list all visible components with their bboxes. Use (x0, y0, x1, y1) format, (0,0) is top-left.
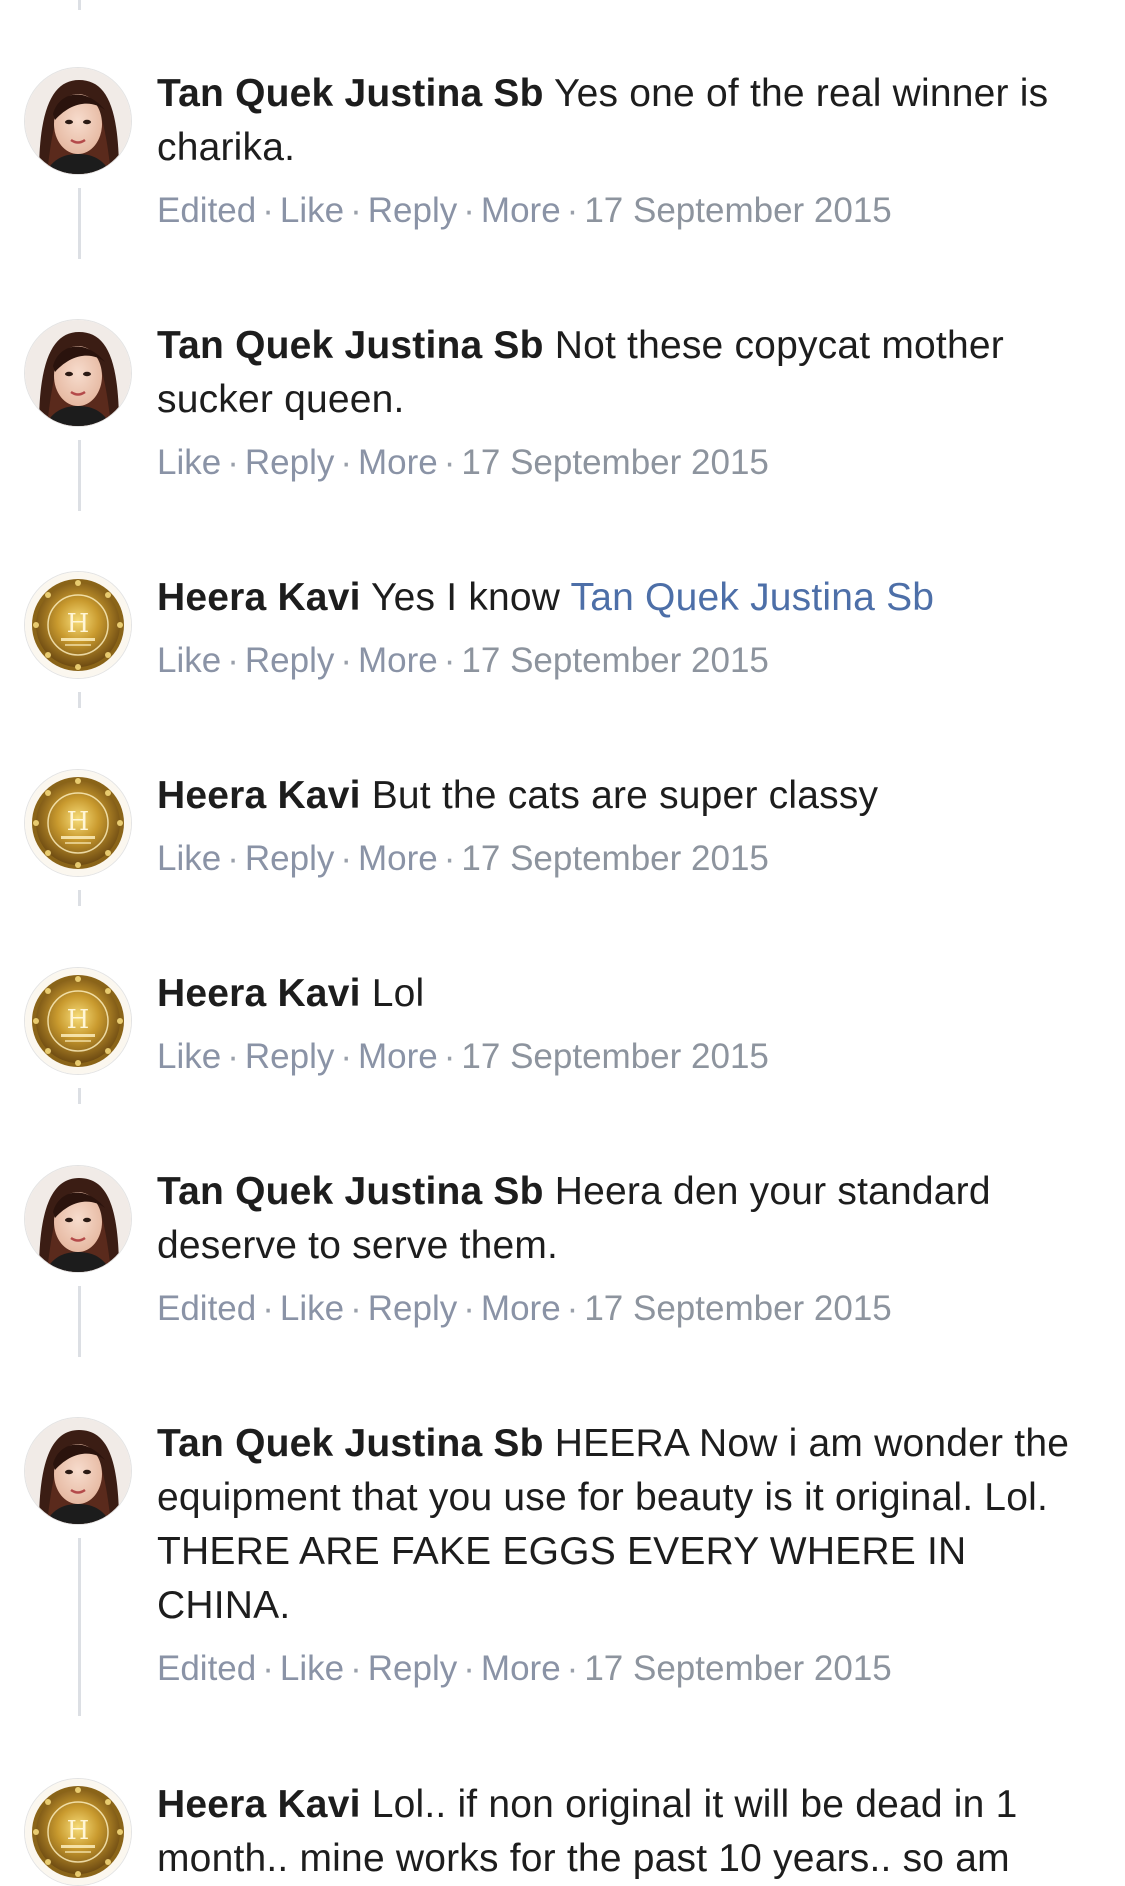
thread-connector-line (78, 1538, 81, 1716)
comment-timestamp[interactable]: 17 September 2015 (461, 641, 768, 680)
comment-timestamp[interactable]: 17 September 2015 (461, 443, 768, 482)
thread-connector-line (78, 188, 81, 259)
comment-body: Heera Kavi Lol.. if non original it will… (157, 1778, 1102, 1886)
thread-connector-line (78, 1088, 81, 1104)
more-link[interactable]: More (481, 1289, 561, 1328)
comment-text: Lol (371, 972, 425, 1015)
comment-actions: Edited · Like · Reply · More · 17 September 2015 (157, 1649, 892, 1688)
like-link[interactable]: Like (280, 1649, 344, 1688)
like-link[interactable]: Like (280, 1289, 344, 1328)
comment-timestamp[interactable]: 17 September 2015 (584, 1289, 891, 1328)
reply-link[interactable]: Reply (368, 1649, 457, 1688)
comment-body: Tan Quek Justina Sb HEERA Now i am wonde… (157, 1417, 1102, 1633)
avatar[interactable] (25, 968, 131, 1074)
comment-actions: Edited · Like · Reply · More · 17 September 2015 (157, 1289, 892, 1328)
comment-author[interactable]: Tan Quek Justina Sb (157, 1170, 544, 1213)
comment-author[interactable]: Heera Kavi (157, 576, 361, 619)
heeras-gold-logo-avatar-icon (25, 968, 131, 1074)
comment-body: Tan Quek Justina Sb Yes one of the real … (157, 67, 1102, 175)
like-link[interactable]: Like (157, 641, 221, 680)
more-link[interactable]: More (481, 191, 561, 230)
thread-connector-line (78, 0, 81, 10)
reply-link[interactable]: Reply (368, 1289, 457, 1328)
reply-link[interactable]: Reply (245, 839, 334, 878)
thread-connector-line (78, 692, 81, 708)
like-link[interactable]: Like (280, 191, 344, 230)
thread-connector-line (78, 1286, 81, 1357)
avatar[interactable] (25, 572, 131, 678)
woman-portrait-avatar-icon (25, 320, 131, 426)
thread-connector-line (78, 440, 81, 511)
comment-author[interactable]: Tan Quek Justina Sb (157, 324, 544, 367)
like-link[interactable]: Like (157, 1037, 221, 1076)
comment-actions: Like · Reply · More · 17 September 2015 (157, 443, 769, 482)
more-link[interactable]: More (358, 443, 438, 482)
comment-body: Heera Kavi Yes I know Tan Quek Justina S… (157, 571, 1102, 625)
avatar[interactable] (25, 320, 131, 426)
heeras-gold-logo-avatar-icon (25, 770, 131, 876)
reply-link[interactable]: Reply (245, 641, 334, 680)
comment-actions: Like · Reply · More · 17 September 2015 (157, 1037, 769, 1076)
thread-connector-line (78, 890, 81, 906)
like-link[interactable]: Like (157, 443, 221, 482)
woman-portrait-avatar-icon (25, 1166, 131, 1272)
comment-body: Tan Quek Justina Sb Not these copycat mo… (157, 319, 1102, 427)
edited-link[interactable]: Edited (157, 1289, 256, 1328)
reply-link[interactable]: Reply (245, 1037, 334, 1076)
comment-author[interactable]: Tan Quek Justina Sb (157, 1422, 544, 1465)
comment-text: But the cats are super classy (371, 774, 879, 817)
comment-author[interactable]: Heera Kavi (157, 1783, 361, 1826)
woman-portrait-avatar-icon (25, 68, 131, 174)
edited-link[interactable]: Edited (157, 1649, 256, 1688)
comment-timestamp[interactable]: 17 September 2015 (584, 191, 891, 230)
comment-timestamp[interactable]: 17 September 2015 (584, 1649, 891, 1688)
like-link[interactable]: Like (157, 839, 221, 878)
mention-link[interactable]: Tan Quek Justina Sb (571, 576, 935, 619)
comment-actions: Like · Reply · More · 17 September 2015 (157, 641, 769, 680)
more-link[interactable]: More (358, 839, 438, 878)
edited-link[interactable]: Edited (157, 191, 256, 230)
more-link[interactable]: More (358, 1037, 438, 1076)
reply-link[interactable]: Reply (368, 191, 457, 230)
comment-body: Heera Kavi But the cats are super classy (157, 769, 1102, 823)
comment-timestamp[interactable]: 17 September 2015 (461, 1037, 768, 1076)
comment-text: Yes I know (370, 576, 561, 619)
reply-link[interactable]: Reply (245, 443, 334, 482)
comment-author[interactable]: Tan Quek Justina Sb (157, 72, 544, 115)
comment-actions: Like · Reply · More · 17 September 2015 (157, 839, 769, 878)
avatar[interactable] (25, 1166, 131, 1272)
avatar[interactable] (25, 770, 131, 876)
comment-author[interactable]: Heera Kavi (157, 972, 361, 1015)
comment-body: Heera Kavi Lol (157, 967, 1102, 1021)
comment-actions: Edited · Like · Reply · More · 17 September 2015 (157, 191, 892, 230)
avatar[interactable] (25, 1418, 131, 1524)
avatar[interactable] (25, 1779, 131, 1885)
more-link[interactable]: More (481, 1649, 561, 1688)
avatar[interactable] (25, 68, 131, 174)
comment-author[interactable]: Heera Kavi (157, 774, 361, 817)
comment-body: Tan Quek Justina Sb Heera den your stand… (157, 1165, 1102, 1273)
woman-portrait-avatar-icon (25, 1418, 131, 1524)
heeras-gold-logo-avatar-icon (25, 1779, 131, 1885)
comment-timestamp[interactable]: 17 September 2015 (461, 839, 768, 878)
heeras-gold-logo-avatar-icon (25, 572, 131, 678)
more-link[interactable]: More (358, 641, 438, 680)
